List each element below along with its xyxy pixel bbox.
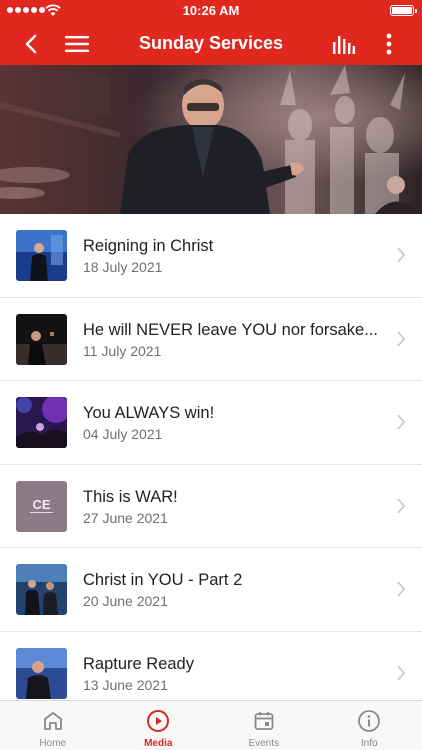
audio-bars-icon [333,35,355,54]
sermon-title: You ALWAYS win! [83,404,215,422]
tab-events[interactable]: Events [211,701,317,750]
preacher-banner-illustration [0,65,422,214]
sermon-title: Reigning in Christ [83,237,214,255]
tab-bar: Home Media Events Info [0,700,422,750]
calendar-icon [254,712,274,730]
more-options-button[interactable] [376,22,402,65]
tab-info[interactable]: Info [317,701,422,750]
sermon-date: 11 July 2021 [83,342,162,359]
list-item[interactable]: You ALWAYS win! 04 July 2021 [0,381,422,465]
sermon-thumbnail [16,313,67,365]
nav-bar: Sunday Services [0,22,422,65]
hero-banner-image [0,65,422,214]
sermon-date: 04 July 2021 [83,426,163,442]
sermon-thumbnail [16,397,67,448]
info-icon [358,710,381,732]
more-vertical-icon [386,33,392,54]
tab-label: Events [248,738,280,749]
tab-label: Media [144,738,173,749]
home-icon [43,712,62,730]
chevron-right-icon [397,330,406,347]
sermon-thumbnail [16,230,67,281]
list-item[interactable]: Reigning in Christ 18 July 2021 [0,214,422,298]
sermon-title: Rapture Ready [83,654,194,673]
tab-media[interactable]: Media [106,701,212,750]
play-circle-icon [147,710,170,732]
list-item[interactable]: Christ in YOU - Part 2 20 June 2021 [0,548,422,632]
audio-levels-button[interactable] [328,22,360,65]
chevron-right-icon [397,497,406,514]
tab-label: Home [39,738,67,749]
chevron-right-icon [397,664,406,681]
sermon-thumbnail [16,564,67,615]
sermon-title: He will NEVER leave YOU nor forsake... [83,320,378,339]
sermon-thumbnail [16,647,67,699]
sermon-list: Reigning in Christ 18 July 2021 He will … [0,214,422,700]
tab-label: Info [360,738,378,749]
chevron-right-icon [397,581,406,597]
sermon-date: 20 June 2021 [83,593,168,609]
list-item[interactable]: He will NEVER leave YOU nor forsake... 1… [0,298,422,381]
chevron-right-icon [397,414,406,430]
sermon-date: 27 June 2021 [83,509,168,526]
sermon-date: 18 July 2021 [83,259,163,275]
svg-text:CE: CE [32,497,50,512]
status-time: 10:26 AM [182,3,240,18]
chevron-right-icon [397,247,406,263]
sermon-title: This is WAR! [83,487,178,506]
list-item[interactable]: Rapture Ready 13 June 2021 [0,632,422,701]
status-bar: 10:26 AM [0,0,422,22]
tab-home[interactable]: Home [0,701,106,750]
list-item[interactable]: CE This is WAR! 27 June 2021 [0,465,422,548]
battery-icon [390,5,417,16]
sermon-thumbnail: CE [16,480,67,532]
sermon-date: 13 June 2021 [83,676,168,693]
sermon-title: Christ in YOU - Part 2 [83,571,243,589]
